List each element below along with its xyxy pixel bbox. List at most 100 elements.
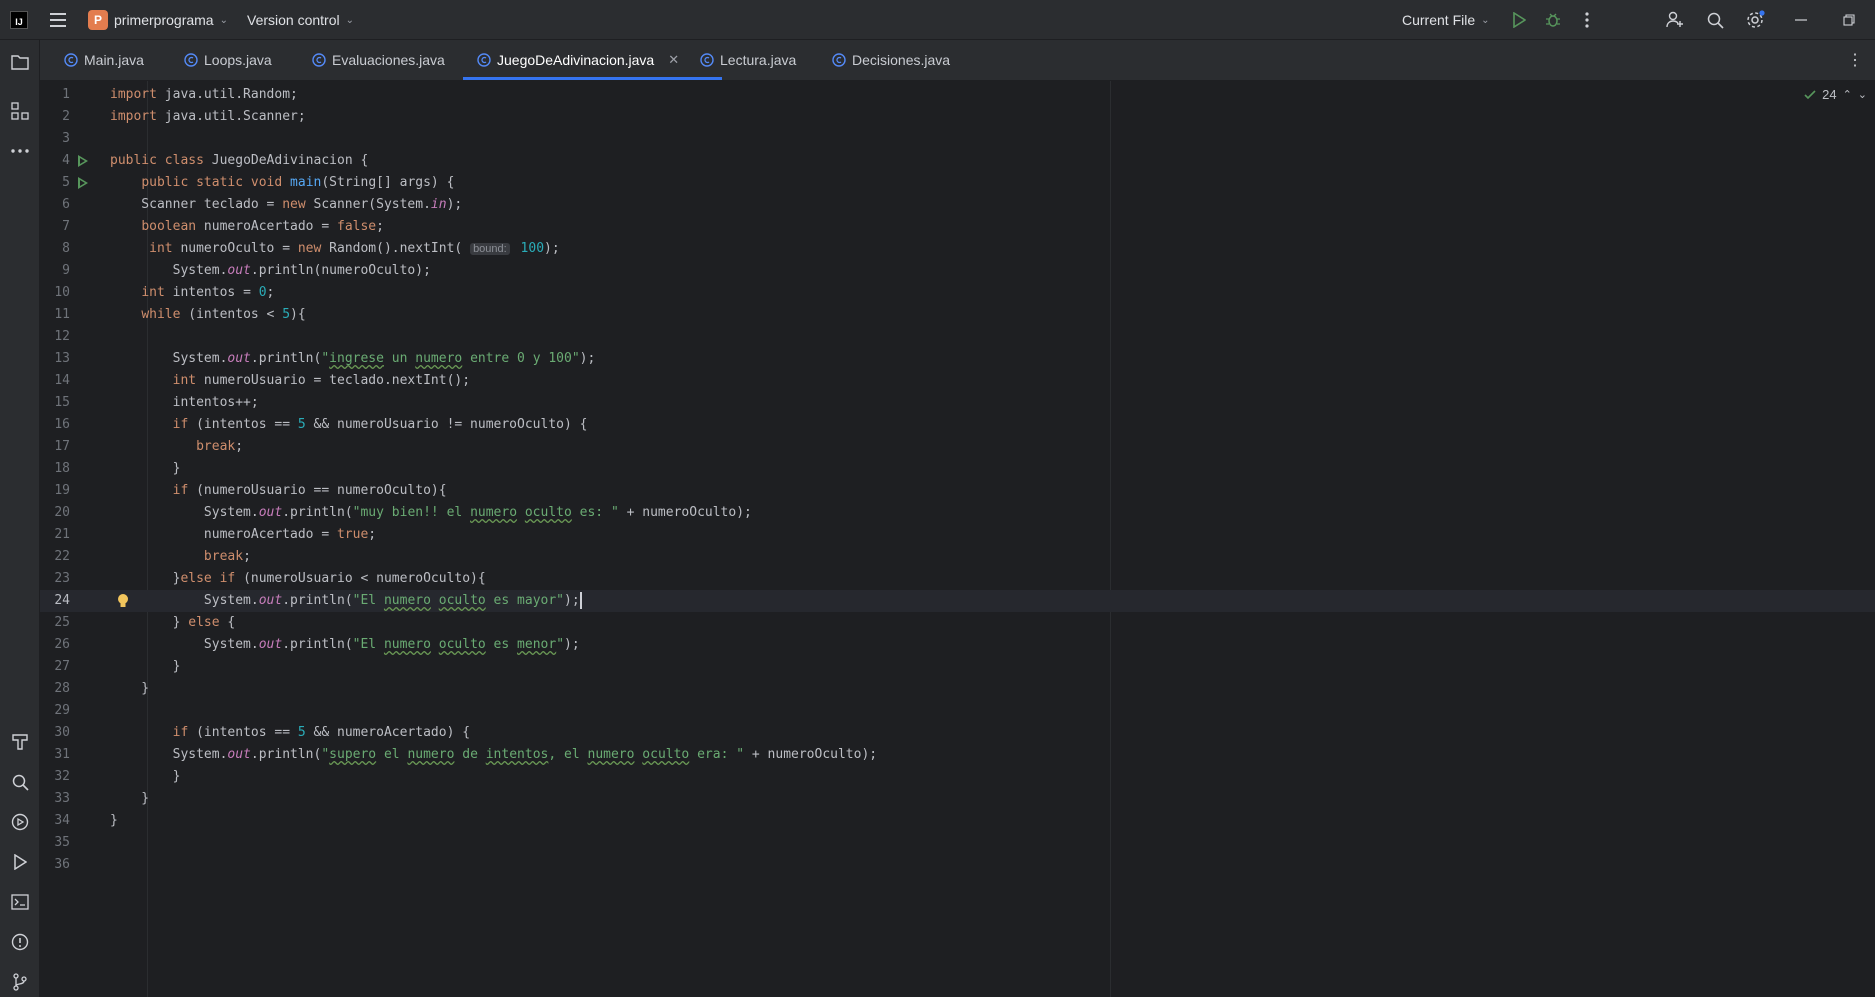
line-number[interactable]: 17: [40, 436, 70, 458]
tab-main-java[interactable]: Main.java: [50, 40, 158, 80]
code-text[interactable]: Scanner teclado = new Scanner(System.in)…: [110, 194, 462, 216]
code-line[interactable]: 10 int intentos = 0;: [40, 282, 1875, 304]
debug-icon[interactable]: [1542, 0, 1564, 40]
code-text[interactable]: public class JuegoDeAdivinacion {: [110, 150, 368, 172]
line-number[interactable]: 9: [40, 260, 70, 282]
more-tools-icon[interactable]: [8, 139, 32, 163]
run-icon[interactable]: [1508, 0, 1530, 40]
line-number[interactable]: 21: [40, 524, 70, 546]
line-number[interactable]: 20: [40, 502, 70, 524]
code-editor[interactable]: 24 ⌃ ⌄ 1 import java.util.Random; 2 import …: [40, 81, 1875, 997]
code-text[interactable]: break;: [110, 436, 243, 458]
line-number[interactable]: 31: [40, 744, 70, 766]
code-text[interactable]: break;: [110, 546, 251, 568]
line-number[interactable]: 12: [40, 326, 70, 348]
code-line[interactable]: 2 import java.util.Scanner;: [40, 106, 1875, 128]
code-text[interactable]: }: [110, 810, 118, 832]
code-line[interactable]: 22 break;: [40, 546, 1875, 568]
code-line[interactable]: 9 System.out.println(numeroOculto);: [40, 260, 1875, 282]
code-line[interactable]: 15 intentos++;: [40, 392, 1875, 414]
code-text[interactable]: }: [110, 458, 181, 480]
code-text[interactable]: System.out.println("ingrese un numero en…: [110, 348, 596, 370]
tab-decisiones-java[interactable]: Decisiones.java: [818, 40, 964, 80]
structure-icon[interactable]: [8, 99, 32, 123]
line-number[interactable]: 10: [40, 282, 70, 304]
run-gutter-icon[interactable]: [78, 177, 88, 189]
line-number[interactable]: 34: [40, 810, 70, 832]
add-user-icon[interactable]: [1664, 0, 1686, 40]
line-number[interactable]: 36: [40, 854, 70, 876]
line-number[interactable]: 15: [40, 392, 70, 414]
code-line[interactable]: 35: [40, 832, 1875, 854]
code-text[interactable]: System.out.println("muy bien!! el numero…: [110, 502, 752, 524]
code-text[interactable]: boolean numeroAcertado = false;: [110, 216, 384, 238]
code-line[interactable]: 27 }: [40, 656, 1875, 678]
code-text[interactable]: intentos++;: [110, 392, 259, 414]
code-text[interactable]: int numeroOculto = new Random().nextInt(…: [110, 238, 560, 260]
minimize-icon[interactable]: [1790, 0, 1812, 40]
code-text[interactable]: int numeroUsuario = teclado.nextInt();: [110, 370, 470, 392]
line-number[interactable]: 30: [40, 722, 70, 744]
line-number[interactable]: 16: [40, 414, 70, 436]
settings-icon[interactable]: [1744, 0, 1766, 40]
restore-icon[interactable]: [1838, 0, 1860, 40]
line-number[interactable]: 18: [40, 458, 70, 480]
search-icon[interactable]: [1704, 0, 1726, 40]
line-number[interactable]: 29: [40, 700, 70, 722]
run-config-selector[interactable]: Current File ⌄: [1402, 0, 1490, 40]
code-line[interactable]: 1 import java.util.Random;: [40, 84, 1875, 106]
tab-juegodeadivinacion-java[interactable]: JuegoDeAdivinacion.java ✕: [463, 40, 722, 80]
terminal-icon[interactable]: [8, 890, 32, 914]
line-number[interactable]: 22: [40, 546, 70, 568]
line-number[interactable]: 35: [40, 832, 70, 854]
problems-icon[interactable]: [8, 930, 32, 954]
tab-loops-java[interactable]: Loops.java: [170, 40, 286, 80]
build-icon[interactable]: [8, 730, 32, 754]
close-icon[interactable]: ✕: [668, 52, 679, 68]
code-line[interactable]: 20 System.out.println("muy bien!! el num…: [40, 502, 1875, 524]
code-text[interactable]: if (numeroUsuario == numeroOculto){: [110, 480, 447, 502]
tab-options-icon[interactable]: ⋮: [1847, 50, 1863, 70]
code-line[interactable]: 12: [40, 326, 1875, 348]
line-number[interactable]: 19: [40, 480, 70, 502]
line-number[interactable]: 33: [40, 788, 70, 810]
line-number[interactable]: 23: [40, 568, 70, 590]
line-number[interactable]: 6: [40, 194, 70, 216]
git-icon[interactable]: [8, 970, 32, 994]
code-line[interactable]: 5 public static void main(String[] args)…: [40, 172, 1875, 194]
line-number[interactable]: 13: [40, 348, 70, 370]
code-line[interactable]: 6 Scanner teclado = new Scanner(System.i…: [40, 194, 1875, 216]
code-line[interactable]: 26 System.out.println("El numero oculto …: [40, 634, 1875, 656]
line-number[interactable]: 2: [40, 106, 70, 128]
project-folder-icon[interactable]: [8, 50, 32, 74]
code-line[interactable]: 21 numeroAcertado = true;: [40, 524, 1875, 546]
code-line[interactable]: 32 }: [40, 766, 1875, 788]
code-line[interactable]: 4 public class JuegoDeAdivinacion {: [40, 150, 1875, 172]
code-line[interactable]: 18 }: [40, 458, 1875, 480]
code-text[interactable]: }: [110, 766, 181, 788]
line-number[interactable]: 25: [40, 612, 70, 634]
code-line[interactable]: 25 } else {: [40, 612, 1875, 634]
code-text[interactable]: System.out.println(numeroOculto);: [110, 260, 431, 282]
code-text[interactable]: }: [110, 656, 181, 678]
line-number[interactable]: 4: [40, 150, 70, 172]
line-number[interactable]: 26: [40, 634, 70, 656]
code-text[interactable]: System.out.println("El numero oculto es …: [110, 590, 582, 612]
line-number[interactable]: 32: [40, 766, 70, 788]
more-icon[interactable]: [1576, 0, 1598, 40]
line-number[interactable]: 27: [40, 656, 70, 678]
line-number[interactable]: 8: [40, 238, 70, 260]
line-number[interactable]: 1: [40, 84, 70, 106]
code-text[interactable]: }: [110, 788, 149, 810]
code-line[interactable]: 23 }else if (numeroUsuario < numeroOcult…: [40, 568, 1875, 590]
code-text[interactable]: import java.util.Random;: [110, 84, 298, 106]
code-text[interactable]: int intentos = 0;: [110, 282, 274, 304]
line-number[interactable]: 5: [40, 172, 70, 194]
code-line[interactable]: 31 System.out.println("supero el numero …: [40, 744, 1875, 766]
services-icon[interactable]: [8, 810, 32, 834]
code-text[interactable]: }: [110, 678, 149, 700]
code-text[interactable]: System.out.println("supero el numero de …: [110, 744, 878, 766]
project-badge[interactable]: P: [88, 10, 108, 30]
code-text[interactable]: public static void main(String[] args) {: [110, 172, 454, 194]
version-control-menu[interactable]: Version control ⌄: [247, 0, 354, 40]
